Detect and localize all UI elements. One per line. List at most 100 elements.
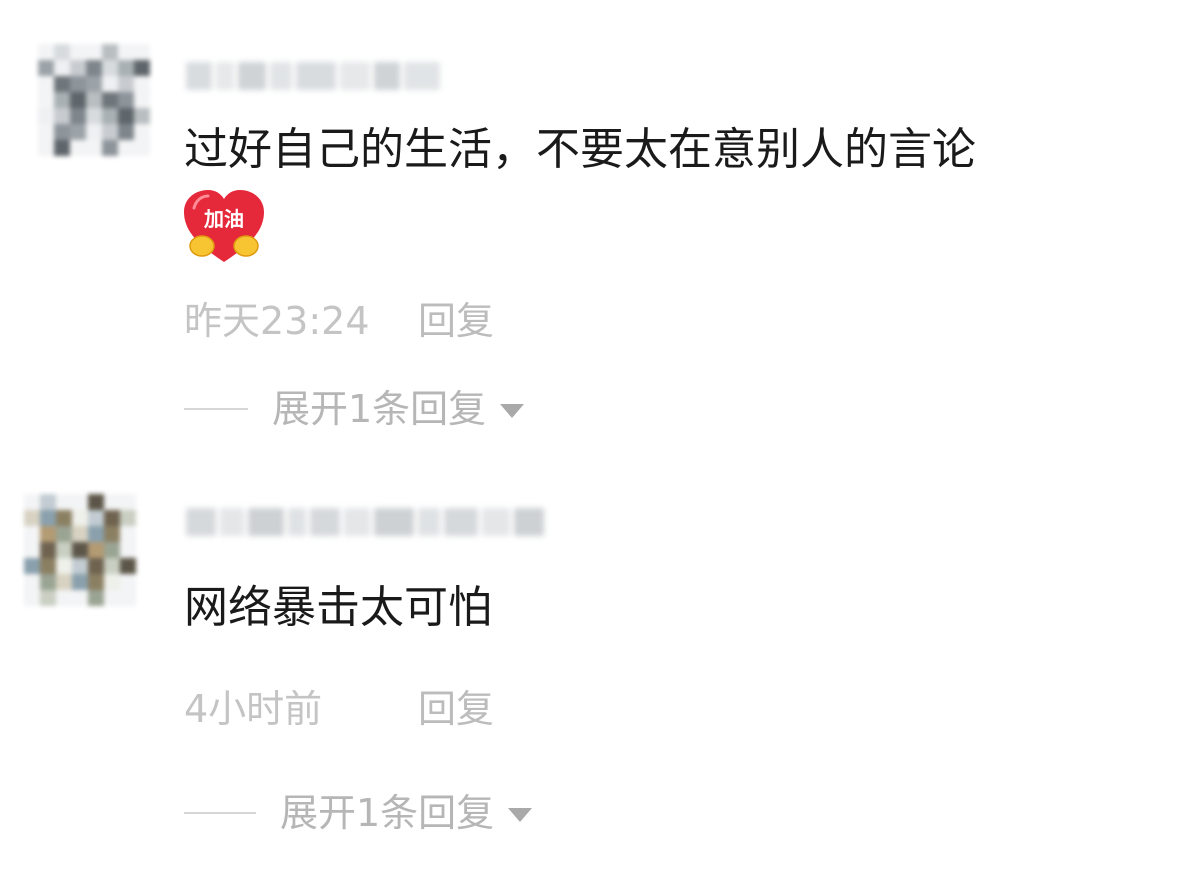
avatar-pixel [120,590,136,606]
expand-replies-label: 展开1条回复 [272,387,487,431]
avatar-pixel [86,60,102,76]
avatar-pixel [70,140,86,156]
avatar-pixel [104,590,120,606]
avatar-pixel [88,542,104,558]
avatar-pixel [40,542,56,558]
avatar-pixel [72,574,88,590]
avatar-pixel [24,590,40,606]
avatar-pixel [40,526,56,542]
avatar-pixel [120,510,136,526]
avatar-pixel [86,108,102,124]
avatar-pixel [102,60,118,76]
avatar-pixel [134,124,150,140]
avatar-pixel [54,76,70,92]
username-pixel [186,508,216,536]
sticker-label: 加油 [203,207,244,231]
avatar-pixel [40,558,56,574]
username-pixel [404,62,440,90]
avatar-pixel [56,590,72,606]
username-blurred[interactable] [186,58,440,94]
avatar-pixel [38,140,54,156]
avatar-pixel [24,558,40,574]
avatar-pixel [24,542,40,558]
avatar-pixel [54,108,70,124]
avatar-pixel [120,574,136,590]
avatar-pixel [70,124,86,140]
expand-replies-button[interactable]: 展开1条回复 [184,384,525,434]
avatar-pixel [38,76,54,92]
avatar-pixel [104,558,120,574]
avatar-pixel [134,60,150,76]
avatar-pixel [40,574,56,590]
chevron-down-icon [508,808,533,822]
avatar-pixel [102,76,118,92]
avatar-pixel [56,542,72,558]
username-pixel [344,508,370,536]
avatar-pixel [40,494,56,510]
avatar-pixel [88,510,104,526]
avatar-pixel [118,76,134,92]
avatar-pixel [70,60,86,76]
avatar-pixel [86,76,102,92]
avatar-pixel [88,526,104,542]
avatar-pixel [102,92,118,108]
avatar-pixel [118,124,134,140]
avatar-pixel [102,108,118,124]
cheer-heart-sticker-icon: 加油 [180,188,268,264]
avatar-pixel [104,494,120,510]
avatar-pixel [120,526,136,542]
comment-text: 网络暴击太可怕 [184,582,492,633]
username-blurred[interactable] [186,504,544,540]
reply-button[interactable]: 回复 [418,296,494,346]
avatar-pixel [88,574,104,590]
avatar-pixel [56,526,72,542]
user-avatar[interactable] [24,494,136,606]
avatar-pixel [104,526,120,542]
avatar-pixel [72,526,88,542]
expand-replies-button[interactable]: 展开1条回复 [184,788,533,838]
avatar-pixel [72,558,88,574]
username-pixel [270,62,292,90]
username-pixel [288,508,306,536]
avatar-pixel [118,140,134,156]
avatar-pixel [70,76,86,92]
avatar-pixel [40,590,56,606]
username-pixel [220,508,244,536]
avatar-pixel [38,108,54,124]
avatar-pixel [102,124,118,140]
avatar-pixel [86,44,102,60]
avatar-pixel [38,60,54,76]
divider-dash [184,408,248,410]
avatar-pixel [56,558,72,574]
avatar-pixel [134,92,150,108]
avatar-pixel [24,494,40,510]
avatar-pixel [54,124,70,140]
username-pixel [418,508,440,536]
username-pixel [374,508,414,536]
username-pixel [444,508,478,536]
username-pixel [216,62,234,90]
username-pixel [514,508,544,536]
chevron-down-icon [500,404,525,418]
avatar-pixel [88,494,104,510]
user-avatar[interactable] [38,44,150,156]
avatar-pixel [120,494,136,510]
avatar-pixel [118,92,134,108]
avatar-pixel [88,558,104,574]
expand-replies-label: 展开1条回复 [280,791,495,835]
username-pixel [186,62,212,90]
avatar-pixel [24,574,40,590]
avatar-pixel [24,526,40,542]
avatar-pixel [38,124,54,140]
avatar-pixel [40,510,56,526]
avatar-pixel [86,92,102,108]
username-pixel [296,62,336,90]
username-pixel [248,508,284,536]
avatar-pixel [56,510,72,526]
reply-button[interactable]: 回复 [418,684,494,734]
avatar-pixel [120,542,136,558]
avatar-pixel [134,76,150,92]
avatar-pixel [118,108,134,124]
avatar-pixel [38,44,54,60]
username-pixel [238,62,266,90]
